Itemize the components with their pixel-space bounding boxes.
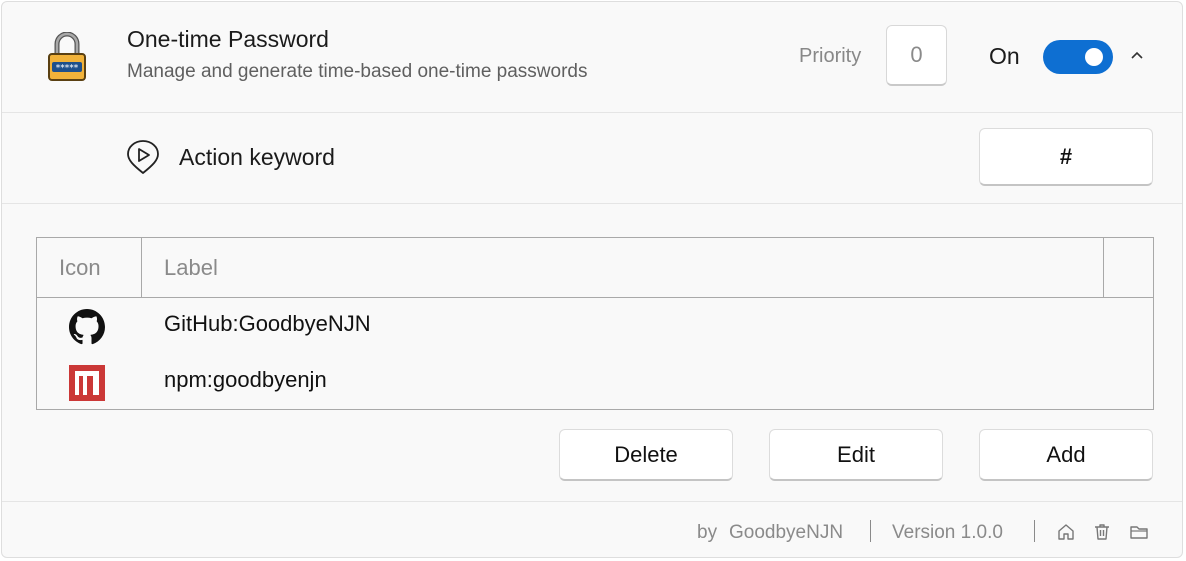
column-header-icon[interactable]: Icon [37, 238, 142, 297]
column-header-label[interactable]: Label [142, 238, 1104, 297]
row-label: npm:goodbyenjn [164, 367, 327, 392]
trash-icon[interactable] [1092, 522, 1112, 542]
add-button[interactable]: Add [979, 429, 1153, 481]
footer-divider [870, 520, 871, 542]
github-icon [69, 309, 105, 345]
enabled-toggle[interactable] [1043, 40, 1113, 74]
padlock-icon: ***** [48, 32, 86, 81]
edit-button[interactable]: Edit [769, 429, 943, 481]
version-label: Version 1.0.0 [892, 522, 1003, 543]
home-icon[interactable] [1056, 522, 1076, 542]
table-row[interactable]: GitHub:GoodbyeNJN [37, 297, 1153, 353]
priority-input[interactable]: 0 [886, 25, 947, 86]
chevron-up-icon[interactable] [1128, 46, 1146, 64]
delete-button[interactable]: Delete [559, 429, 733, 481]
svg-text:*****: ***** [56, 64, 79, 74]
action-keyword-button[interactable]: # [979, 128, 1153, 186]
plugin-header[interactable]: ***** One-time Password Manage and gener… [2, 2, 1182, 113]
plugin-card: ***** One-time Password Manage and gener… [1, 1, 1183, 558]
toggle-knob [1085, 48, 1103, 66]
play-pin-icon [127, 140, 159, 174]
npm-icon [69, 365, 105, 401]
plugin-title: One-time Password [127, 26, 329, 52]
table-header: Icon Label [37, 238, 1153, 298]
by-label: by [697, 522, 718, 543]
action-keyword-row: Action keyword # [2, 113, 1182, 204]
folder-icon[interactable] [1129, 522, 1149, 542]
table-row[interactable]: npm:goodbyenjn [37, 353, 1153, 409]
accounts-table: Icon Label GitHub:GoodbyeNJN npm:goodbye… [36, 237, 1154, 410]
footer-divider [1034, 520, 1035, 542]
enabled-label: On [989, 43, 1020, 69]
author-link[interactable]: GoodbyeNJN [729, 522, 843, 544]
plugin-subtitle: Manage and generate time-based one-time … [127, 61, 588, 82]
plugin-footer: by GoodbyeNJN Version 1.0.0 [2, 501, 1182, 557]
action-keyword-label: Action keyword [179, 144, 335, 170]
column-header-extra[interactable] [1104, 238, 1154, 297]
priority-label: Priority [799, 45, 862, 67]
row-label: GitHub:GoodbyeNJN [164, 311, 371, 336]
